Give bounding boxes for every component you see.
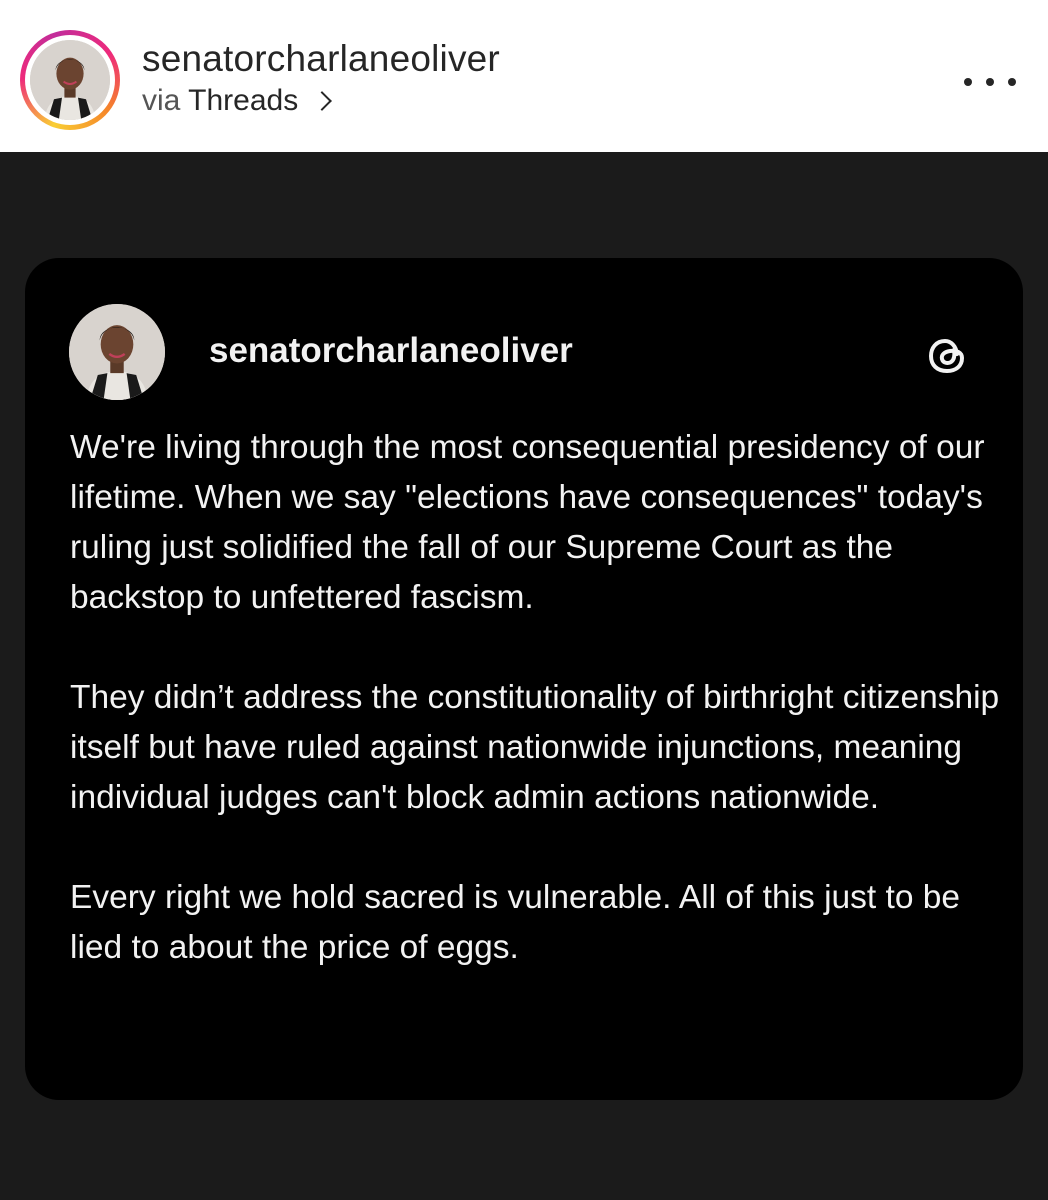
threads-post-card[interactable]: senatorcharlaneoliver We're living throu…: [25, 258, 1023, 1100]
post-paragraph: Every right we hold sacred is vulnerable…: [70, 879, 961, 966]
story-ring[interactable]: [20, 30, 120, 130]
threads-logo-icon: [928, 338, 965, 374]
chevron-right-icon: [311, 91, 332, 111]
post-text: We're living through the most consequent…: [70, 423, 1000, 973]
post-header: senatorcharlaneoliver via Threads: [0, 0, 1048, 152]
via-label: via: [142, 84, 181, 117]
avatar[interactable]: [30, 40, 110, 120]
post-paragraph: They didn’t address the constitutionalit…: [70, 679, 1000, 816]
profile-photo: [69, 304, 165, 400]
profile-photo: [30, 40, 110, 120]
post-paragraph: We're living through the most consequent…: [70, 429, 985, 616]
post-avatar: [69, 304, 165, 400]
username[interactable]: senatorcharlaneoliver: [142, 38, 500, 80]
threads-link-label[interactable]: Threads: [188, 84, 298, 117]
post-username: senatorcharlaneoliver: [209, 331, 573, 370]
more-options-icon[interactable]: [964, 70, 1016, 94]
via-threads-link[interactable]: via Threads: [142, 84, 332, 118]
